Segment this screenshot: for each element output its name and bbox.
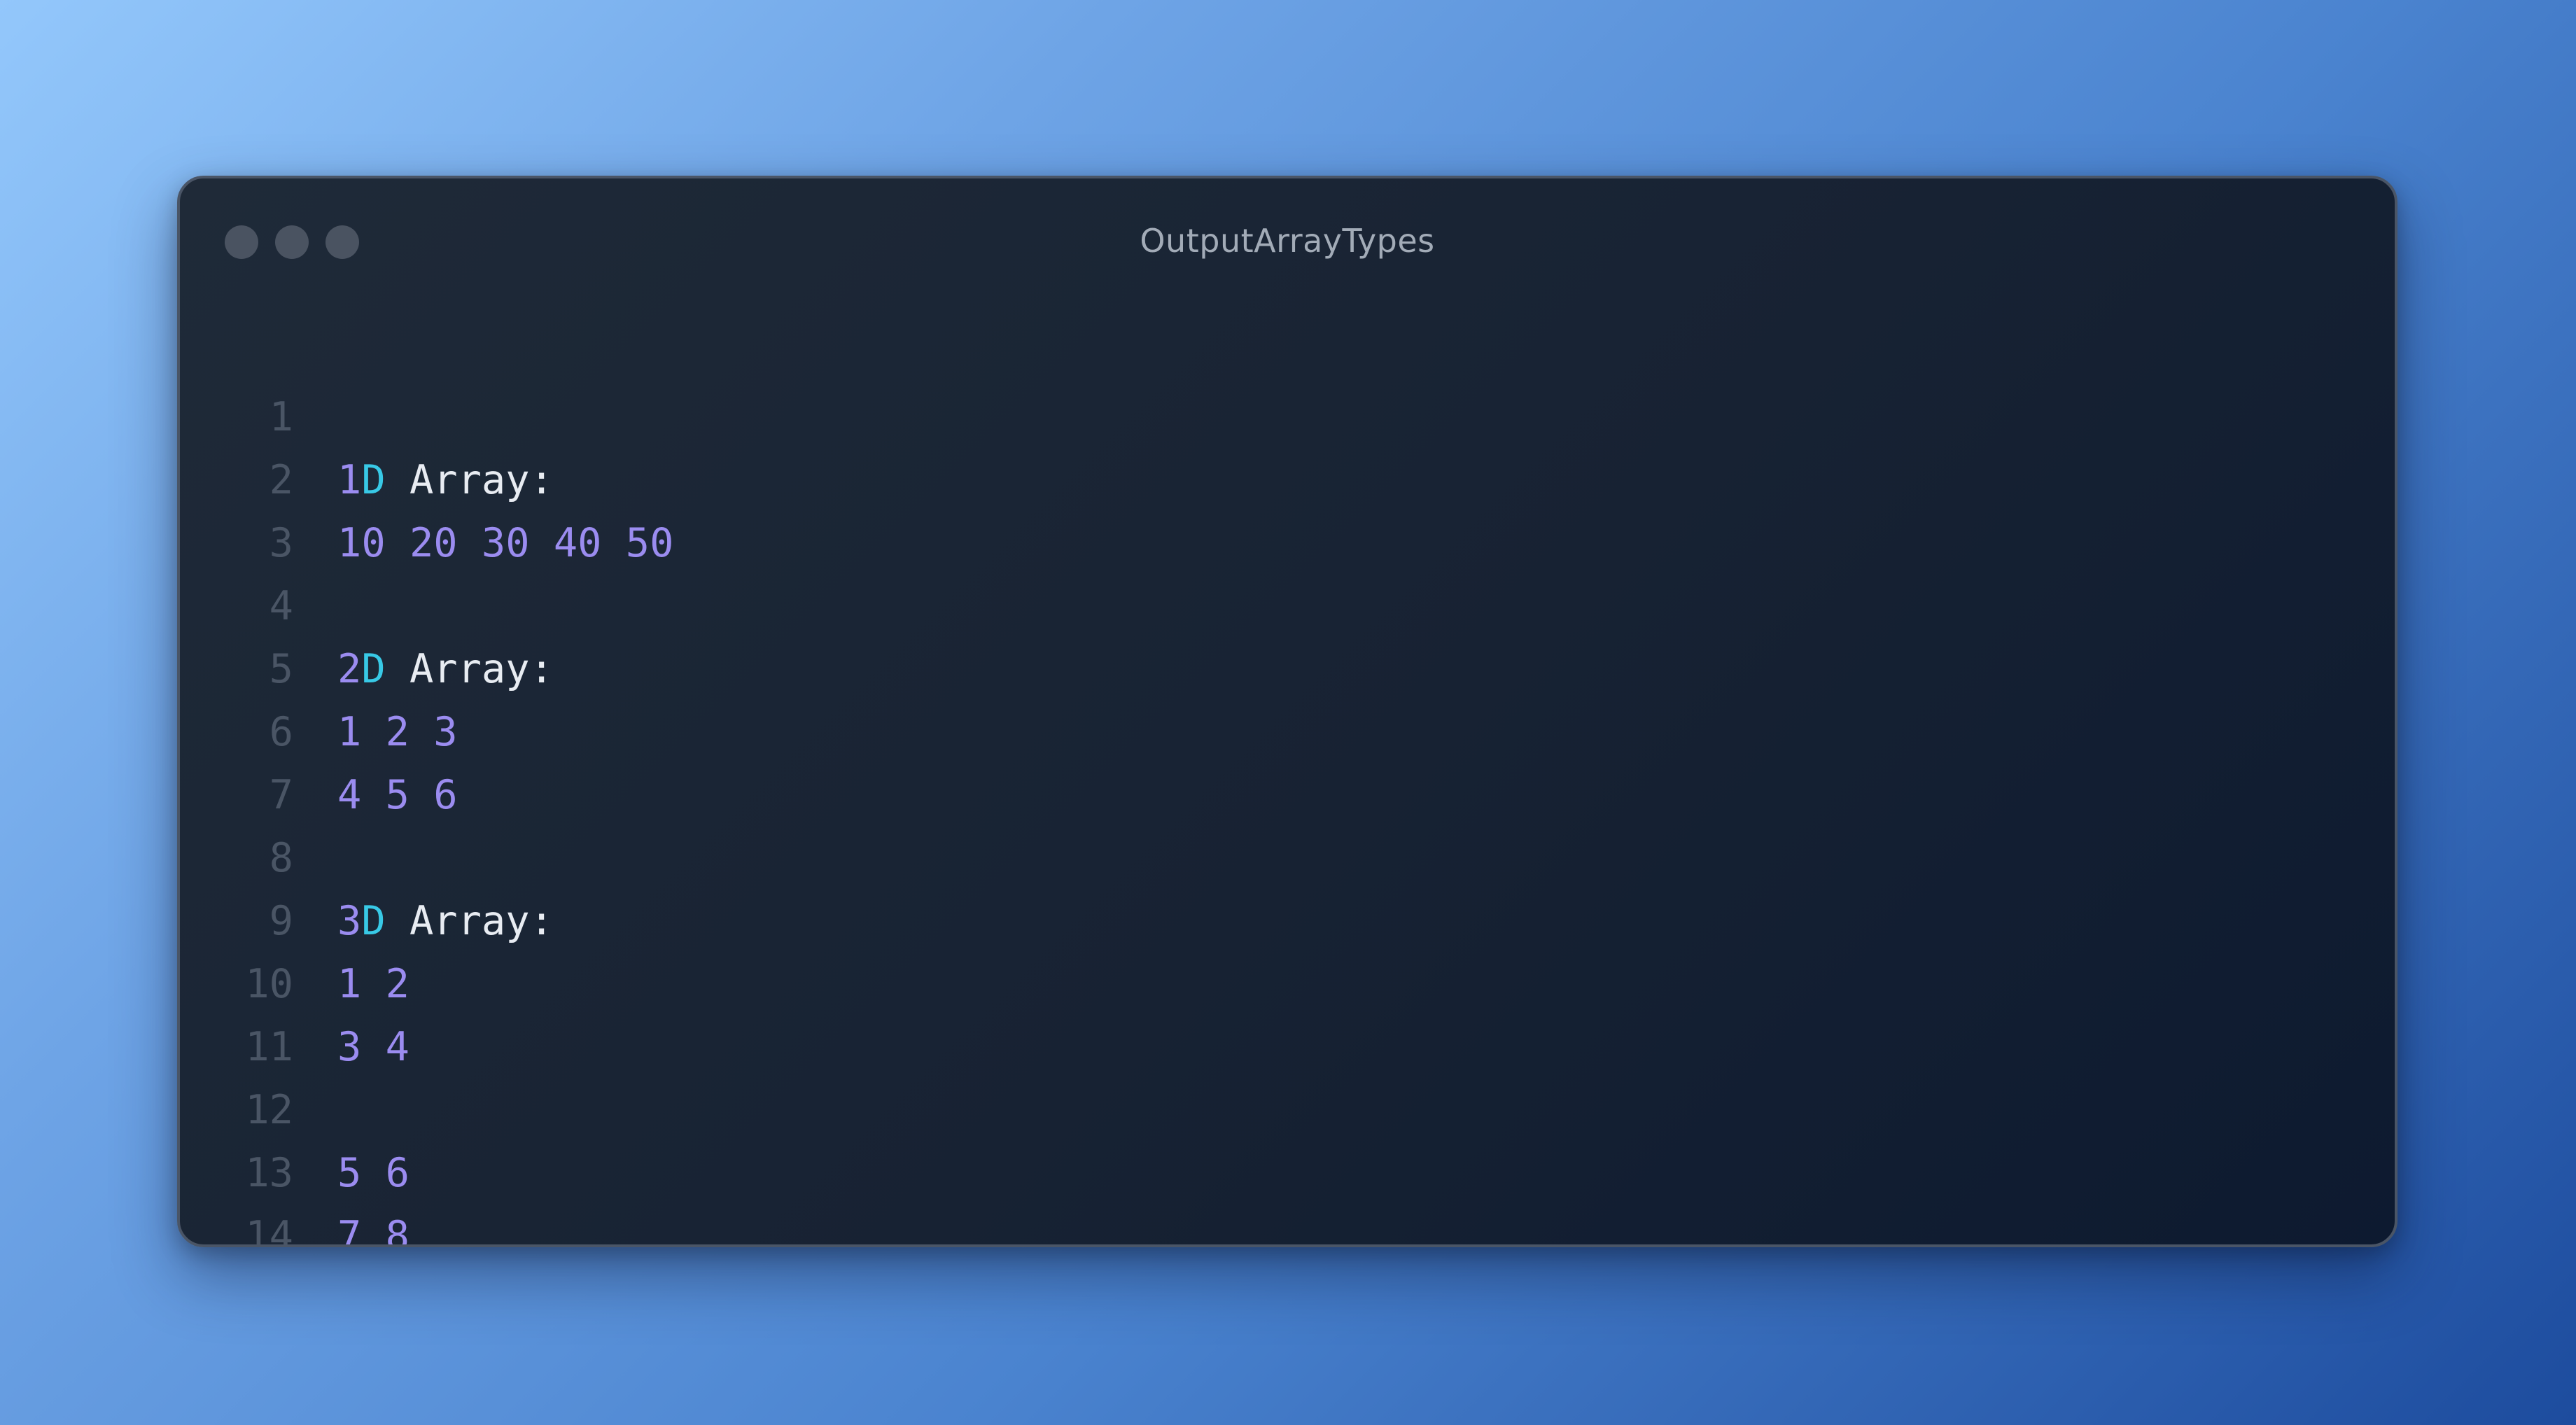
line-number: 14 bbox=[245, 1213, 293, 1247]
array-values: 7 8 bbox=[337, 1213, 410, 1247]
code-line: 9 1 2 bbox=[180, 827, 2395, 1007]
title-bar: OutputArrayTypes bbox=[180, 178, 2395, 311]
code-line: 13 7 8 bbox=[180, 1079, 2395, 1244]
code-line: 10 3 4 bbox=[180, 890, 2395, 1070]
code-line: 1 1D Array: bbox=[180, 323, 2395, 503]
window-title: OutputArrayTypes bbox=[1140, 222, 1435, 260]
code-line: 4 2D Array: bbox=[180, 512, 2395, 692]
code-line: 6 4 5 6 bbox=[180, 638, 2395, 818]
code-line: 2 10 20 30 40 50 bbox=[180, 386, 2395, 566]
code-line: 14 bbox=[180, 1142, 2395, 1244]
code-window: OutputArrayTypes 1 1D Array: 2 10 20 30 … bbox=[177, 176, 2398, 1247]
code-line: 8 3D Array: bbox=[180, 764, 2395, 944]
code-line: 11 bbox=[180, 953, 2395, 1070]
code-line: 12 5 6 bbox=[180, 1016, 2395, 1196]
code-line: 5 1 2 3 bbox=[180, 575, 2395, 755]
code-line: 7 bbox=[180, 701, 2395, 818]
code-area: 1 1D Array: 2 10 20 30 40 50 3 4 2D Arra… bbox=[180, 323, 2395, 1244]
code-line: 3 bbox=[180, 449, 2395, 566]
